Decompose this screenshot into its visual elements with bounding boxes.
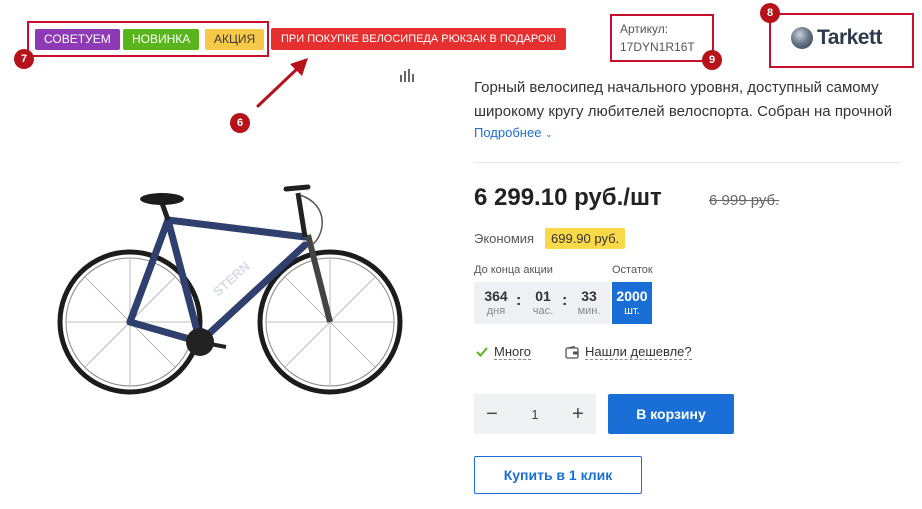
more-details-link[interactable]: Подробнее ⌄ — [474, 125, 553, 140]
timer-hours: 01 час. — [530, 288, 556, 318]
wallet-icon — [565, 345, 579, 359]
timer-separator: : — [562, 292, 568, 309]
svg-text:STERN: STERN — [210, 259, 253, 300]
more-details-label: Подробнее — [474, 125, 542, 140]
chevron-down-icon: ⌄ — [545, 129, 553, 139]
timer-hours-unit: час. — [532, 305, 554, 317]
increase-quantity-button[interactable]: + — [560, 394, 596, 434]
product-description: Горный велосипед начального уровня, дост… — [474, 79, 893, 120]
old-price: 6 999 руб. — [709, 192, 780, 209]
savings-value: 699.90 руб. — [545, 228, 626, 249]
countdown-timer: 364 дня : 01 час. : 33 мин. — [474, 282, 610, 324]
found-cheaper-link[interactable]: Нашли дешевле? — [565, 344, 692, 360]
brand-disc-icon — [791, 27, 813, 49]
divider — [474, 162, 900, 163]
timer-minutes: 33 мин. — [574, 288, 604, 318]
current-price: 6 299.10 руб./шт — [474, 184, 662, 211]
annotation-marker-7: 7 — [14, 49, 34, 69]
annotation-arrow-icon — [256, 58, 308, 108]
buy-one-click-button[interactable]: Купить в 1 клик — [474, 456, 642, 494]
quantity-stepper: − 1 + — [474, 394, 596, 434]
sku-label: Артикул: — [620, 22, 669, 36]
stock-counter: 2000 шт. — [612, 282, 652, 324]
compare-chart-icon[interactable] — [400, 69, 414, 82]
annotation-marker-9: 9 — [702, 50, 722, 70]
annotation-box-badges — [27, 21, 269, 57]
brand-name: Tarkett — [817, 26, 882, 49]
timer-minutes-value: 33 — [581, 288, 597, 304]
decrease-quantity-button[interactable]: − — [474, 394, 510, 434]
promo-banner: ПРИ ПОКУПКЕ ВЕЛОСИПЕДА РЮКЗАК В ПОДАРОК! — [271, 28, 566, 50]
timer-separator: : — [516, 292, 522, 309]
quantity-value[interactable]: 1 — [531, 407, 538, 422]
add-to-cart-button[interactable]: В корзину — [608, 394, 734, 434]
found-cheaper-label: Нашли дешевле? — [585, 344, 692, 360]
savings-label: Экономия — [474, 231, 535, 246]
stock-label: Остаток — [612, 264, 653, 276]
stock-value: 2000 — [616, 288, 648, 304]
timer-hours-value: 01 — [535, 288, 551, 304]
sku-value: 17DYN1R16T — [620, 40, 695, 54]
timer-days: 364 дня — [480, 288, 512, 318]
annotation-marker-6: 6 — [230, 113, 250, 133]
brand-logo[interactable]: Tarkett — [791, 26, 882, 50]
check-icon — [476, 347, 488, 357]
timer-minutes-unit: мин. — [577, 305, 601, 317]
timer-days-value: 364 — [484, 288, 508, 304]
product-image[interactable]: STERN — [50, 175, 410, 405]
stock-unit: шт. — [624, 305, 640, 317]
availability-text: Много — [494, 344, 531, 360]
annotation-marker-8: 8 — [760, 3, 780, 23]
timer-days-unit: дня — [486, 305, 506, 317]
availability[interactable]: Много — [476, 344, 531, 360]
timer-label: До конца акции — [474, 264, 553, 276]
